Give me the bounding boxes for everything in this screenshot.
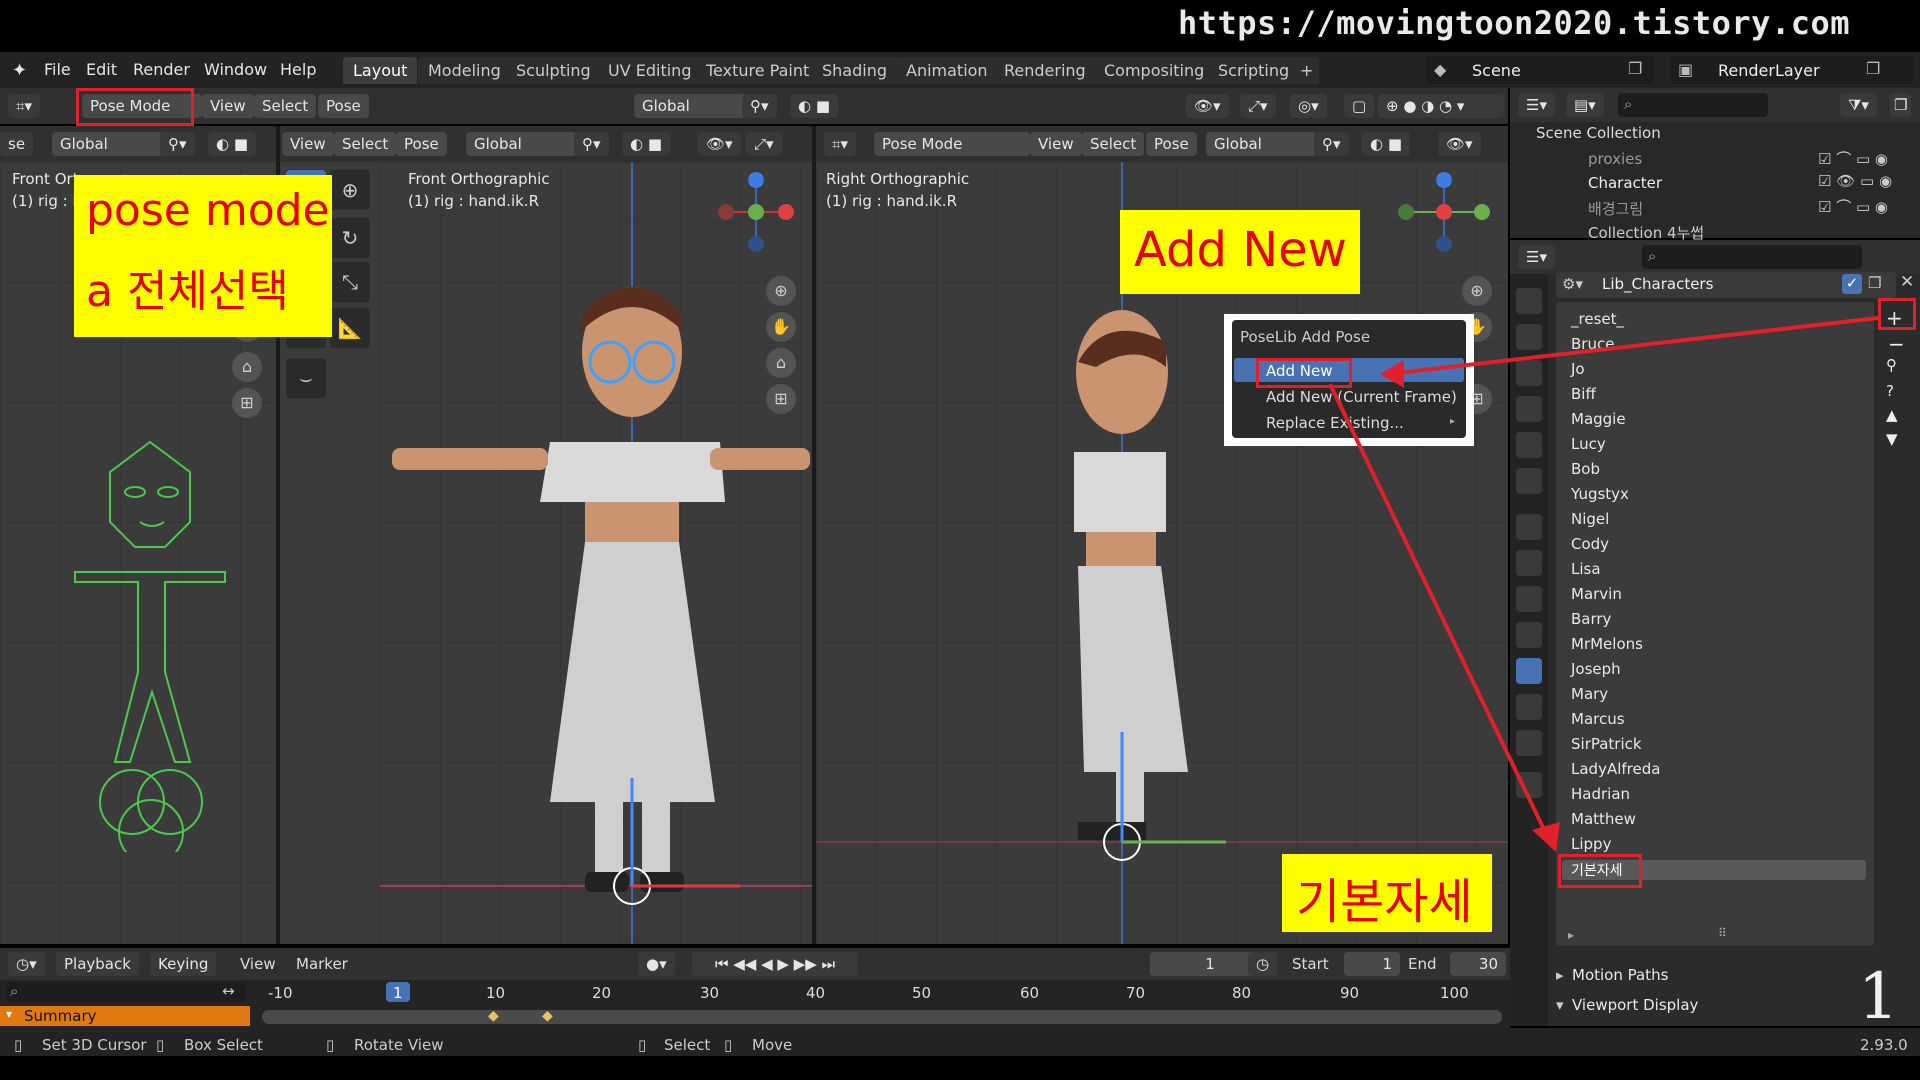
page-number: 1 <box>1858 960 1899 1034</box>
annotation-arrows <box>1328 316 1879 852</box>
